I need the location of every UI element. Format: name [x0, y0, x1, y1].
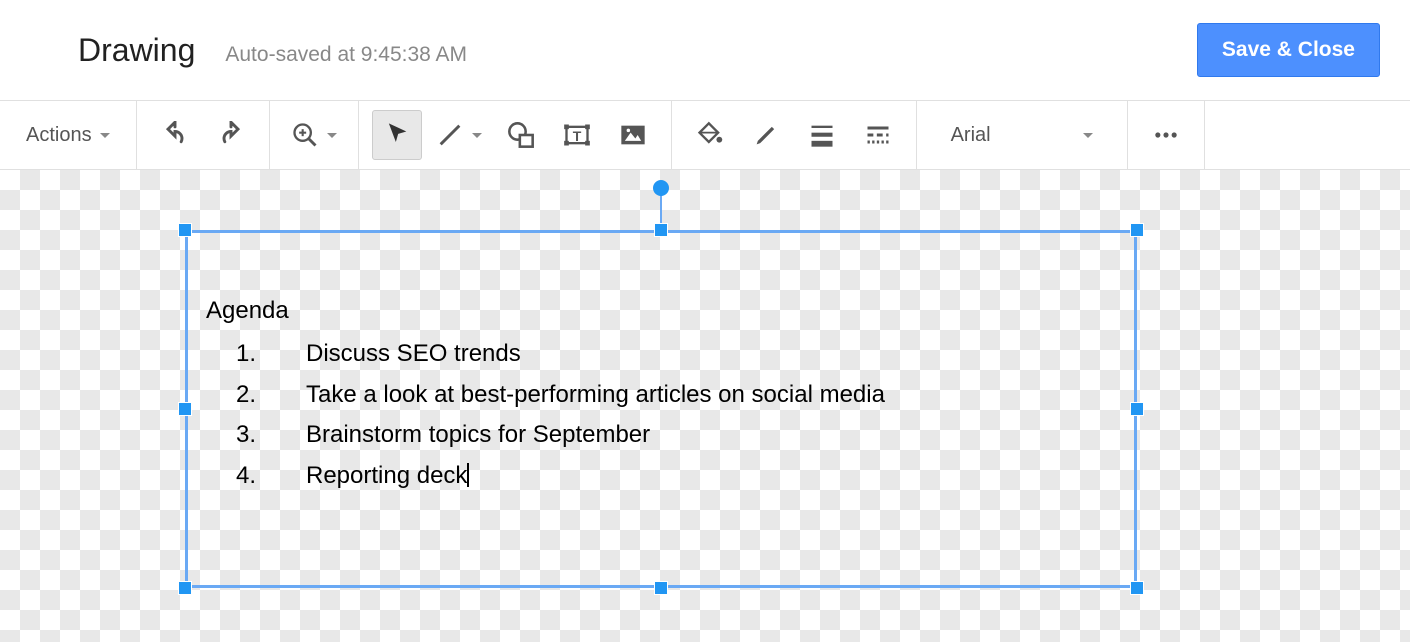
rotate-handle[interactable] [653, 180, 669, 196]
font-selector[interactable]: Arial [927, 101, 1117, 169]
redo-button[interactable] [206, 110, 256, 160]
line-tool-button[interactable] [428, 110, 490, 160]
resize-handle-middle-left[interactable] [178, 402, 192, 416]
more-button[interactable] [1141, 110, 1191, 160]
agenda-heading: Agenda [206, 291, 1116, 332]
zoom-icon [291, 121, 319, 149]
list-item: 3. Brainstorm topics for September [206, 415, 1116, 456]
textbox-selection[interactable]: Agenda 1. Discuss SEO trends 2. Take a l… [185, 230, 1137, 588]
pencil-icon [752, 121, 780, 149]
text-cursor [467, 463, 469, 487]
actions-group: Actions [0, 101, 137, 169]
item-number: 1. [206, 334, 256, 375]
select-tool-button[interactable] [372, 110, 422, 160]
undo-button[interactable] [150, 110, 200, 160]
border-weight-button[interactable] [797, 110, 847, 160]
resize-handle-bottom-right[interactable] [1130, 581, 1144, 595]
svg-text:T: T [572, 128, 581, 144]
chevron-down-icon [472, 133, 482, 138]
line-icon [436, 121, 464, 149]
item-text: Take a look at best-performing articles … [306, 375, 885, 416]
header-left: Drawing Auto-saved at 9:45:38 AM [78, 32, 467, 69]
item-text: Discuss SEO trends [306, 334, 521, 375]
shape-tool-button[interactable] [496, 110, 546, 160]
style-group [672, 101, 917, 169]
zoom-group [270, 101, 359, 169]
actions-label: Actions [26, 124, 92, 147]
resize-handle-top-middle[interactable] [654, 223, 668, 237]
textbox[interactable]: Agenda 1. Discuss SEO trends 2. Take a l… [185, 230, 1137, 588]
item-number: 4. [206, 456, 256, 497]
save-status: Auto-saved at 9:45:38 AM [225, 43, 467, 67]
more-horizontal-icon [1152, 121, 1180, 149]
more-group [1128, 101, 1205, 169]
chevron-down-icon [100, 133, 110, 138]
font-name-label: Arial [951, 124, 991, 147]
save-close-button[interactable]: Save & Close [1197, 23, 1380, 77]
line-dash-icon [864, 121, 892, 149]
image-tool-button[interactable] [608, 110, 658, 160]
header: Drawing Auto-saved at 9:45:38 AM Save & … [0, 0, 1410, 100]
border-dash-button[interactable] [853, 110, 903, 160]
item-text: Reporting deck [306, 456, 469, 497]
actions-menu-button[interactable]: Actions [10, 101, 126, 169]
cursor-icon [383, 121, 411, 149]
list-item: 1. Discuss SEO trends [206, 334, 1116, 375]
textbox-icon: T [563, 121, 591, 149]
redo-icon [217, 121, 245, 149]
fill-color-button[interactable] [685, 110, 735, 160]
resize-handle-top-left[interactable] [178, 223, 192, 237]
zoom-button[interactable] [283, 110, 345, 160]
font-group: Arial [917, 101, 1128, 169]
textbox-tool-button[interactable]: T [552, 110, 602, 160]
resize-handle-top-right[interactable] [1130, 223, 1144, 237]
item-number: 2. [206, 375, 256, 416]
list-item: 4. Reporting deck [206, 456, 1116, 497]
tools-group: T [359, 101, 672, 169]
resize-handle-middle-right[interactable] [1130, 402, 1144, 416]
border-color-button[interactable] [741, 110, 791, 160]
line-weight-icon [808, 121, 836, 149]
item-text: Brainstorm topics for September [306, 415, 650, 456]
resize-handle-bottom-left[interactable] [178, 581, 192, 595]
shape-icon [507, 121, 535, 149]
canvas[interactable]: Agenda 1. Discuss SEO trends 2. Take a l… [0, 170, 1410, 642]
list-item: 2. Take a look at best-performing articl… [206, 375, 1116, 416]
paint-bucket-icon [696, 121, 724, 149]
agenda-list: 1. Discuss SEO trends 2. Take a look at … [206, 334, 1116, 497]
toolbar: Actions [0, 100, 1410, 170]
chevron-down-icon [327, 133, 337, 138]
image-icon [619, 121, 647, 149]
page-title: Drawing [78, 32, 195, 69]
undo-icon [161, 121, 189, 149]
chevron-down-icon [1083, 133, 1093, 138]
resize-handle-bottom-middle[interactable] [654, 581, 668, 595]
text-content[interactable]: Agenda 1. Discuss SEO trends 2. Take a l… [206, 291, 1116, 497]
item-number: 3. [206, 415, 256, 456]
undo-redo-group [137, 101, 270, 169]
